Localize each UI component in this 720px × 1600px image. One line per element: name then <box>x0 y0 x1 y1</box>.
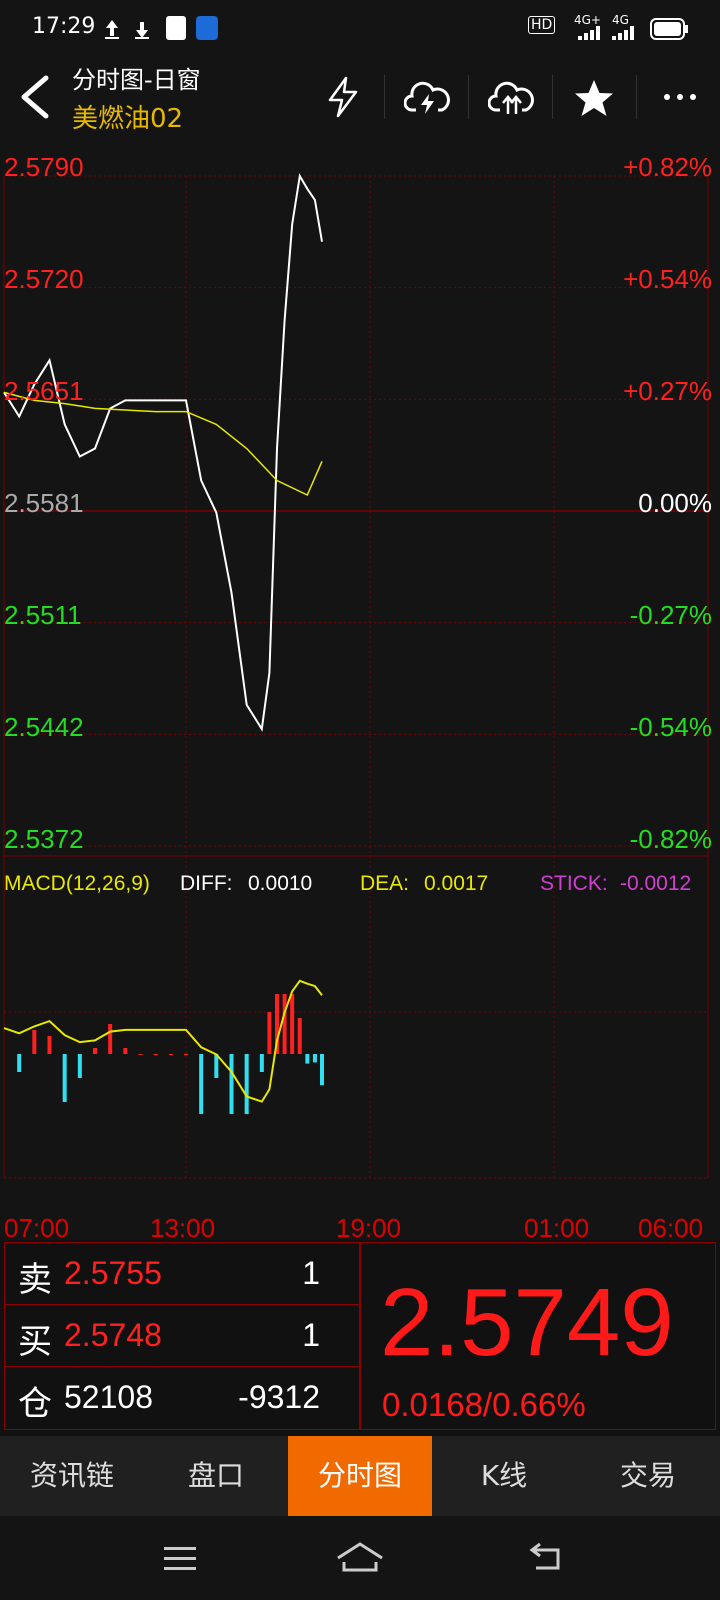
price-line <box>3 173 323 732</box>
pct-label-1: +0.82% <box>623 152 712 182</box>
network-4gplus: 4G+ <box>574 13 601 27</box>
tab-order-book[interactable]: 盘口 <box>144 1436 288 1516</box>
contract-name: 美燃油02 <box>72 104 184 134</box>
sell-row[interactable]: 卖 2.5755 1 <box>4 1242 358 1304</box>
buy-price: 2.5748 <box>64 1317 162 1353</box>
pct-label-4: 0.00% <box>638 488 712 518</box>
tab-news-chain[interactable]: 资讯链 <box>0 1436 144 1516</box>
macd-stick <box>32 1030 37 1054</box>
macd-diff-value: 0.0010 <box>248 872 313 895</box>
oi-change: -9312 <box>238 1379 320 1415</box>
system-nav-bar <box>0 1516 720 1600</box>
app-notification-icon <box>166 16 186 40</box>
price-change: 0.0168/0.66% <box>382 1386 586 1423</box>
macd-stick <box>244 1054 249 1114</box>
macd-stick <box>267 1012 272 1054</box>
buy-label: 买 <box>18 1322 52 1362</box>
chart-lines <box>3 173 323 1103</box>
back-nav-icon[interactable] <box>526 1542 566 1572</box>
status-bar: 17:29 HD 4G+ 4G <box>0 0 720 56</box>
tab-bar: 资讯链 盘口 分时图 K线 交易 <box>0 1436 720 1516</box>
macd-stick-value: -0.0012 <box>620 872 692 895</box>
macd-stick <box>62 1054 67 1102</box>
battery-icon <box>650 18 688 40</box>
sell-volume: 1 <box>302 1255 320 1291</box>
toolbar-divider <box>636 75 637 119</box>
average-line <box>3 391 323 497</box>
hd-indicator: HD <box>528 16 556 34</box>
tab-trade[interactable]: 交易 <box>576 1436 720 1516</box>
intraday-chart[interactable] <box>0 140 720 1240</box>
macd-dea-value: 0.0017 <box>424 872 489 895</box>
back-icon[interactable] <box>16 74 56 120</box>
price-label-1: 2.5790 <box>4 152 84 182</box>
macd-stick <box>168 1054 173 1055</box>
price-label-5: 2.5511 <box>4 600 82 630</box>
macd-stick <box>312 1054 317 1063</box>
macd-stick <box>282 994 287 1054</box>
macd-stick <box>199 1054 204 1114</box>
macd-stick <box>93 1048 97 1054</box>
macd-stick <box>214 1054 219 1078</box>
oi-label: 仓 <box>18 1384 52 1424</box>
menu-icon[interactable] <box>162 1544 198 1572</box>
app-notification-icon-2 <box>196 16 218 40</box>
cloud-upload-icon[interactable] <box>488 78 534 116</box>
macd-dea-line <box>3 979 323 1103</box>
macd-diff-label: DIFF: <box>180 872 233 895</box>
cloud-sync-icon[interactable] <box>404 78 450 116</box>
oi-value: 52108 <box>64 1379 153 1415</box>
macd-stick <box>297 1018 302 1054</box>
macd-stick <box>47 1036 52 1054</box>
macd-stick <box>259 1054 264 1072</box>
macd-dea-label: DEA: <box>360 872 410 895</box>
buy-row[interactable]: 买 2.5748 1 <box>4 1304 358 1366</box>
more-icon[interactable] <box>662 92 698 102</box>
sell-label: 卖 <box>18 1260 52 1300</box>
sell-price: 2.5755 <box>64 1255 162 1291</box>
pct-label-5: -0.27% <box>629 600 712 630</box>
pct-label-2: +0.54% <box>623 264 712 294</box>
macd-stick <box>138 1054 143 1055</box>
macd-stick <box>229 1054 234 1114</box>
tab-intraday[interactable]: 分时图 <box>288 1436 432 1516</box>
macd-stick <box>319 1054 324 1086</box>
network-4g: 4G <box>612 13 629 27</box>
macd-stick <box>77 1054 82 1078</box>
last-price: 2.5749 <box>380 1269 674 1376</box>
home-icon[interactable] <box>334 1540 386 1574</box>
price-label-3: 2.5651 <box>4 376 84 406</box>
toolbar-divider <box>468 75 469 119</box>
macd-title: MACD(12,26,9) <box>4 872 150 895</box>
upload-download-icon <box>105 20 149 39</box>
macd-stick <box>184 1054 188 1055</box>
macd-stick <box>290 994 295 1054</box>
buy-volume: 1 <box>302 1317 320 1353</box>
price-label-2: 2.5720 <box>4 264 84 294</box>
star-icon[interactable] <box>572 78 616 118</box>
pct-label-6: -0.54% <box>629 712 712 742</box>
price-label-6: 2.5442 <box>4 712 84 742</box>
pct-label-7: -0.82% <box>629 824 712 854</box>
macd-stick <box>305 1054 310 1064</box>
toolbar-divider <box>384 75 385 119</box>
macd-stick <box>17 1054 22 1072</box>
status-time: 17:29 <box>32 14 96 39</box>
toolbar-divider <box>552 75 553 119</box>
price-label-4: 2.5581 <box>4 488 84 518</box>
price-label-7: 2.5372 <box>4 824 84 854</box>
page-title: 分时图-日窗 <box>72 66 201 94</box>
macd-stick <box>108 1024 113 1054</box>
signal-icon-2 <box>612 26 634 40</box>
lightning-icon[interactable] <box>326 76 360 118</box>
macd-stick <box>153 1054 158 1055</box>
signal-icon <box>578 26 600 40</box>
macd-stick-label: STICK: <box>540 872 608 895</box>
macd-stick <box>123 1048 128 1054</box>
tab-kline[interactable]: K线 <box>432 1436 576 1516</box>
pct-label-3: +0.27% <box>623 376 712 406</box>
open-interest-row: 仓 52108 -9312 <box>4 1366 358 1428</box>
